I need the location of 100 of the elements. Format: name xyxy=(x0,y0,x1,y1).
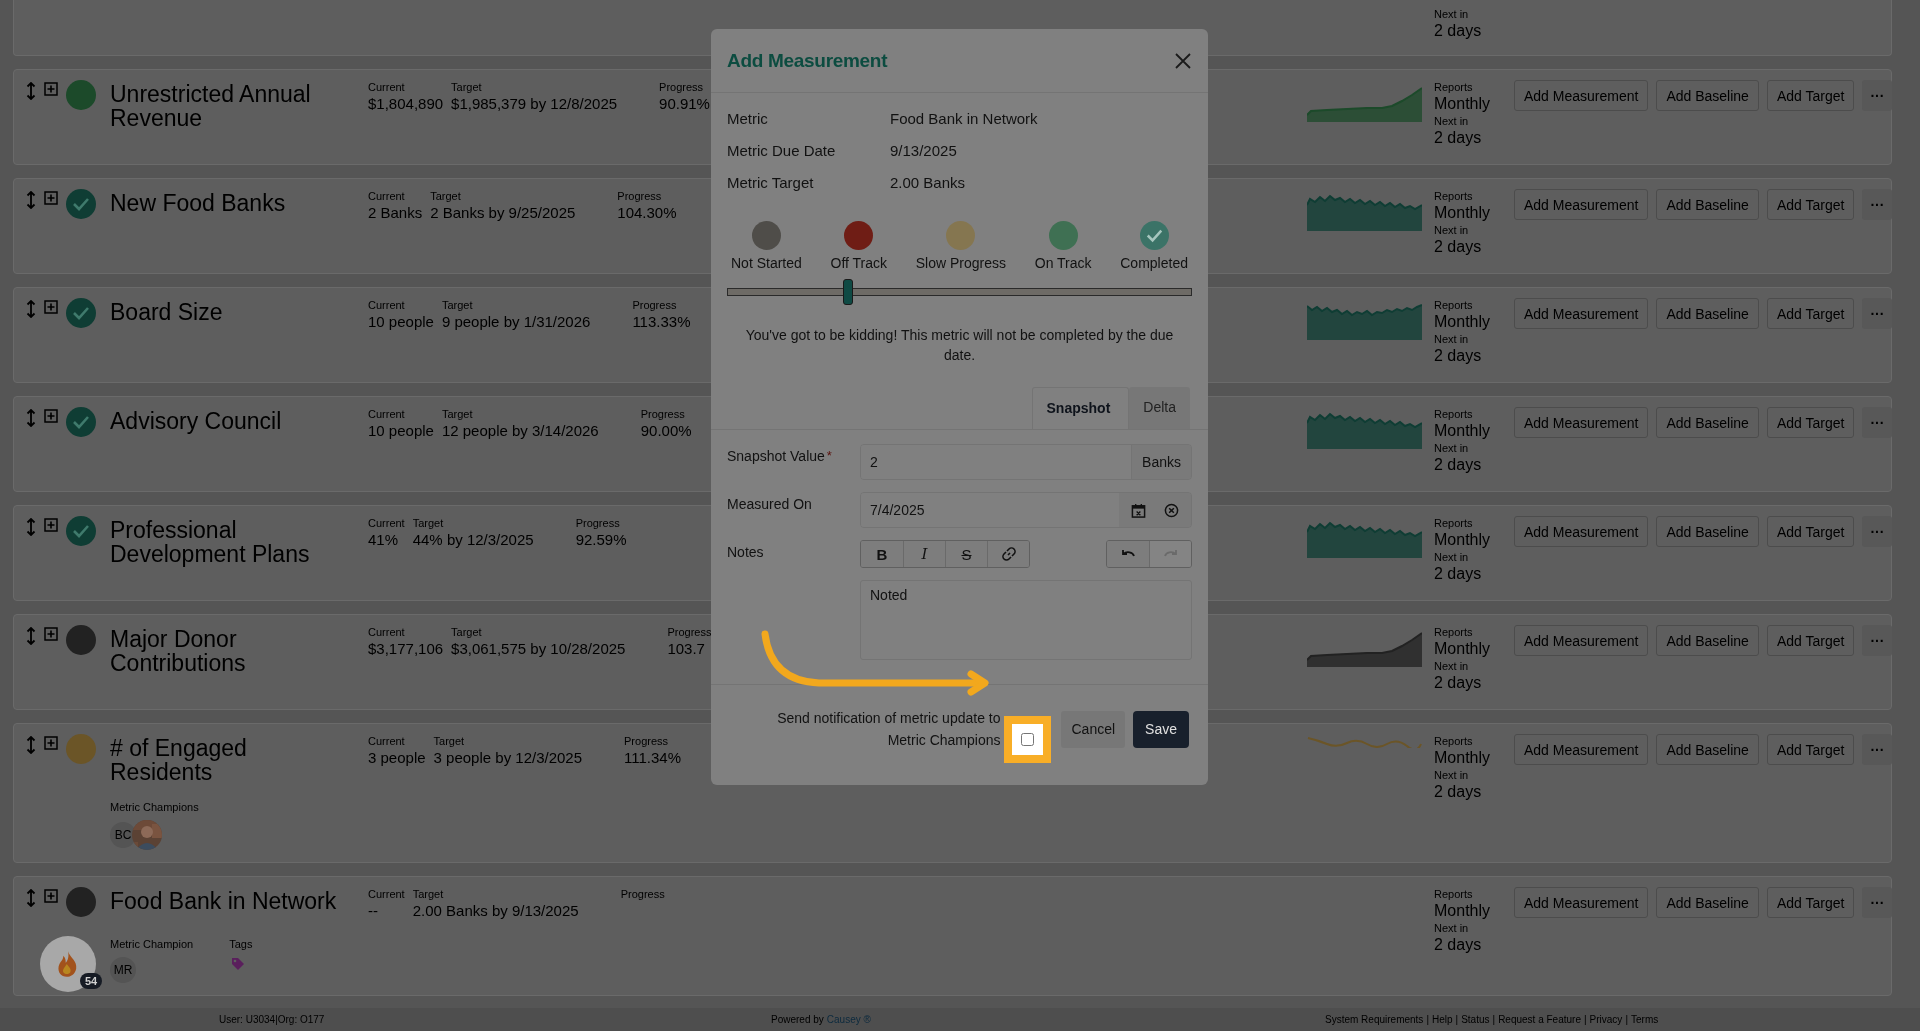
drag-handle-icon[interactable] xyxy=(26,300,36,318)
checkbox[interactable] xyxy=(1021,733,1035,746)
status-option-icon[interactable] xyxy=(844,221,874,250)
more-button[interactable]: ··· xyxy=(1862,407,1893,438)
action-button[interactable]: Add Baseline xyxy=(1656,298,1759,329)
action-button[interactable]: Add Measurement xyxy=(1514,625,1649,656)
action-button[interactable]: Add Target xyxy=(1766,298,1855,329)
metric-title[interactable]: New Food Banks xyxy=(110,191,346,215)
reports-label: Reports xyxy=(1434,189,1474,203)
tab[interactable]: Delta xyxy=(1129,387,1190,429)
stat-value: $3,061,575 by 10/28/2025 xyxy=(451,639,626,659)
action-button[interactable]: Add Baseline xyxy=(1656,80,1759,111)
drag-handle-icon[interactable] xyxy=(26,889,36,907)
check-circle-icon[interactable] xyxy=(1139,221,1169,250)
expand-icon[interactable] xyxy=(44,82,58,96)
close-icon[interactable] xyxy=(1174,51,1192,70)
expand-icon[interactable] xyxy=(44,736,58,750)
expand-icon[interactable] xyxy=(44,191,58,205)
action-button[interactable]: Add Measurement xyxy=(1514,407,1649,438)
drag-handle-icon[interactable] xyxy=(26,518,36,536)
reports-label: Reports xyxy=(1434,887,1474,901)
action-button[interactable]: Add Measurement xyxy=(1514,887,1649,918)
separator: | xyxy=(1625,1014,1628,1025)
tab[interactable]: Snapshot xyxy=(1031,387,1130,429)
metric-title[interactable]: # of Engaged Residents xyxy=(110,736,346,784)
value-field[interactable]: 2 Banks xyxy=(860,444,1192,480)
expand-icon[interactable] xyxy=(44,889,58,903)
metric-title[interactable]: Board Size xyxy=(110,300,346,324)
avatar[interactable]: MR xyxy=(110,957,136,983)
drag-handle-icon[interactable] xyxy=(26,736,36,754)
footer-link[interactable]: System Requirements xyxy=(1325,1014,1424,1025)
action-button[interactable]: Add Measurement xyxy=(1514,80,1649,111)
action-button[interactable]: Add Baseline xyxy=(1656,625,1759,656)
action-button[interactable]: Add Baseline xyxy=(1656,189,1759,220)
champions-label: Metric Champions xyxy=(110,800,199,814)
next-value: 2 days xyxy=(1434,21,1483,41)
action-button[interactable]: Add Measurement xyxy=(1514,298,1649,329)
metric-title[interactable]: Advisory Council xyxy=(110,409,346,433)
action-button[interactable]: Add Target xyxy=(1766,625,1855,656)
action-button[interactable]: Add Target xyxy=(1766,734,1855,765)
status-option-label[interactable]: Slow Progress xyxy=(915,255,1007,271)
clear-icon[interactable] xyxy=(1164,502,1179,518)
tag-icon[interactable] xyxy=(231,957,246,971)
footer-link[interactable]: Help xyxy=(1432,1014,1453,1025)
more-button[interactable]: ··· xyxy=(1862,734,1893,765)
calendar-icon[interactable] xyxy=(1131,502,1146,518)
more-button[interactable]: ··· xyxy=(1862,189,1893,220)
metric-title[interactable]: Food Bank in Network xyxy=(110,889,346,913)
slider-thumb[interactable] xyxy=(842,279,853,305)
action-button[interactable]: Add Measurement xyxy=(1514,516,1649,547)
action-button[interactable]: Add Target xyxy=(1766,189,1855,220)
footer-link[interactable]: Privacy xyxy=(1589,1014,1623,1025)
footer-link[interactable]: Status xyxy=(1461,1014,1490,1025)
action-button[interactable]: Add Measurement xyxy=(1514,189,1649,220)
stat-value: 10 people xyxy=(368,312,434,332)
action-button[interactable]: Add Target xyxy=(1766,516,1855,547)
more-button[interactable]: ··· xyxy=(1862,887,1893,918)
action-button[interactable]: Add Target xyxy=(1766,887,1855,918)
avatar[interactable]: BC xyxy=(110,822,136,848)
expand-icon[interactable] xyxy=(44,300,58,314)
expand-icon[interactable] xyxy=(44,627,58,641)
date-field[interactable]: 7/4/2025 xyxy=(860,492,1192,528)
status-option-icon[interactable] xyxy=(751,221,781,250)
more-button[interactable]: ··· xyxy=(1862,516,1893,547)
status-option-label[interactable]: Off Track xyxy=(830,255,888,271)
status-option-label[interactable]: Not Started xyxy=(731,255,802,271)
drag-handle-icon[interactable] xyxy=(26,627,36,645)
slider[interactable] xyxy=(727,279,1192,305)
metric-title[interactable]: Unrestricted Annual Revenue xyxy=(110,82,346,130)
save-button[interactable]: Save xyxy=(1133,710,1189,748)
expand-icon[interactable] xyxy=(44,409,58,423)
action-button[interactable]: Add Baseline xyxy=(1656,734,1759,765)
brand-link[interactable]: Causey ® xyxy=(826,1014,871,1025)
metric-title[interactable]: Major Donor Contributions xyxy=(110,627,346,675)
powered-text: Powered by xyxy=(771,1014,824,1025)
drag-handle-icon[interactable] xyxy=(26,409,36,427)
drag-handle-icon[interactable] xyxy=(26,82,36,100)
stat-label: Target xyxy=(433,734,466,748)
expand-icon[interactable] xyxy=(44,518,58,532)
status-option-label[interactable]: On Track xyxy=(1034,255,1092,271)
footer-link[interactable]: Request a Feature xyxy=(1498,1014,1581,1025)
action-button[interactable]: Add Baseline xyxy=(1656,516,1759,547)
more-button[interactable]: ··· xyxy=(1862,80,1893,111)
next-value: 2 days xyxy=(1434,346,1483,366)
more-button[interactable]: ··· xyxy=(1862,298,1893,329)
action-button[interactable]: Add Target xyxy=(1766,80,1855,111)
cancel-button[interactable]: Cancel xyxy=(1061,710,1126,748)
notes-textarea[interactable]: Noted xyxy=(860,580,1192,660)
drag-handle-icon[interactable] xyxy=(26,191,36,209)
action-button[interactable]: Add Baseline xyxy=(1656,887,1759,918)
status-option-label[interactable]: Completed xyxy=(1120,255,1188,271)
more-button[interactable]: ··· xyxy=(1862,625,1893,656)
footer-link[interactable]: Terms xyxy=(1631,1014,1659,1025)
action-button[interactable]: Add Target xyxy=(1766,407,1855,438)
reports-label: Reports xyxy=(1434,407,1474,421)
action-button[interactable]: Add Measurement xyxy=(1514,734,1649,765)
link-button[interactable] xyxy=(987,541,1029,567)
stat-value: $3,177,106 xyxy=(368,639,444,659)
metric-title[interactable]: Professional Development Plans xyxy=(110,518,346,566)
action-button[interactable]: Add Baseline xyxy=(1656,407,1759,438)
